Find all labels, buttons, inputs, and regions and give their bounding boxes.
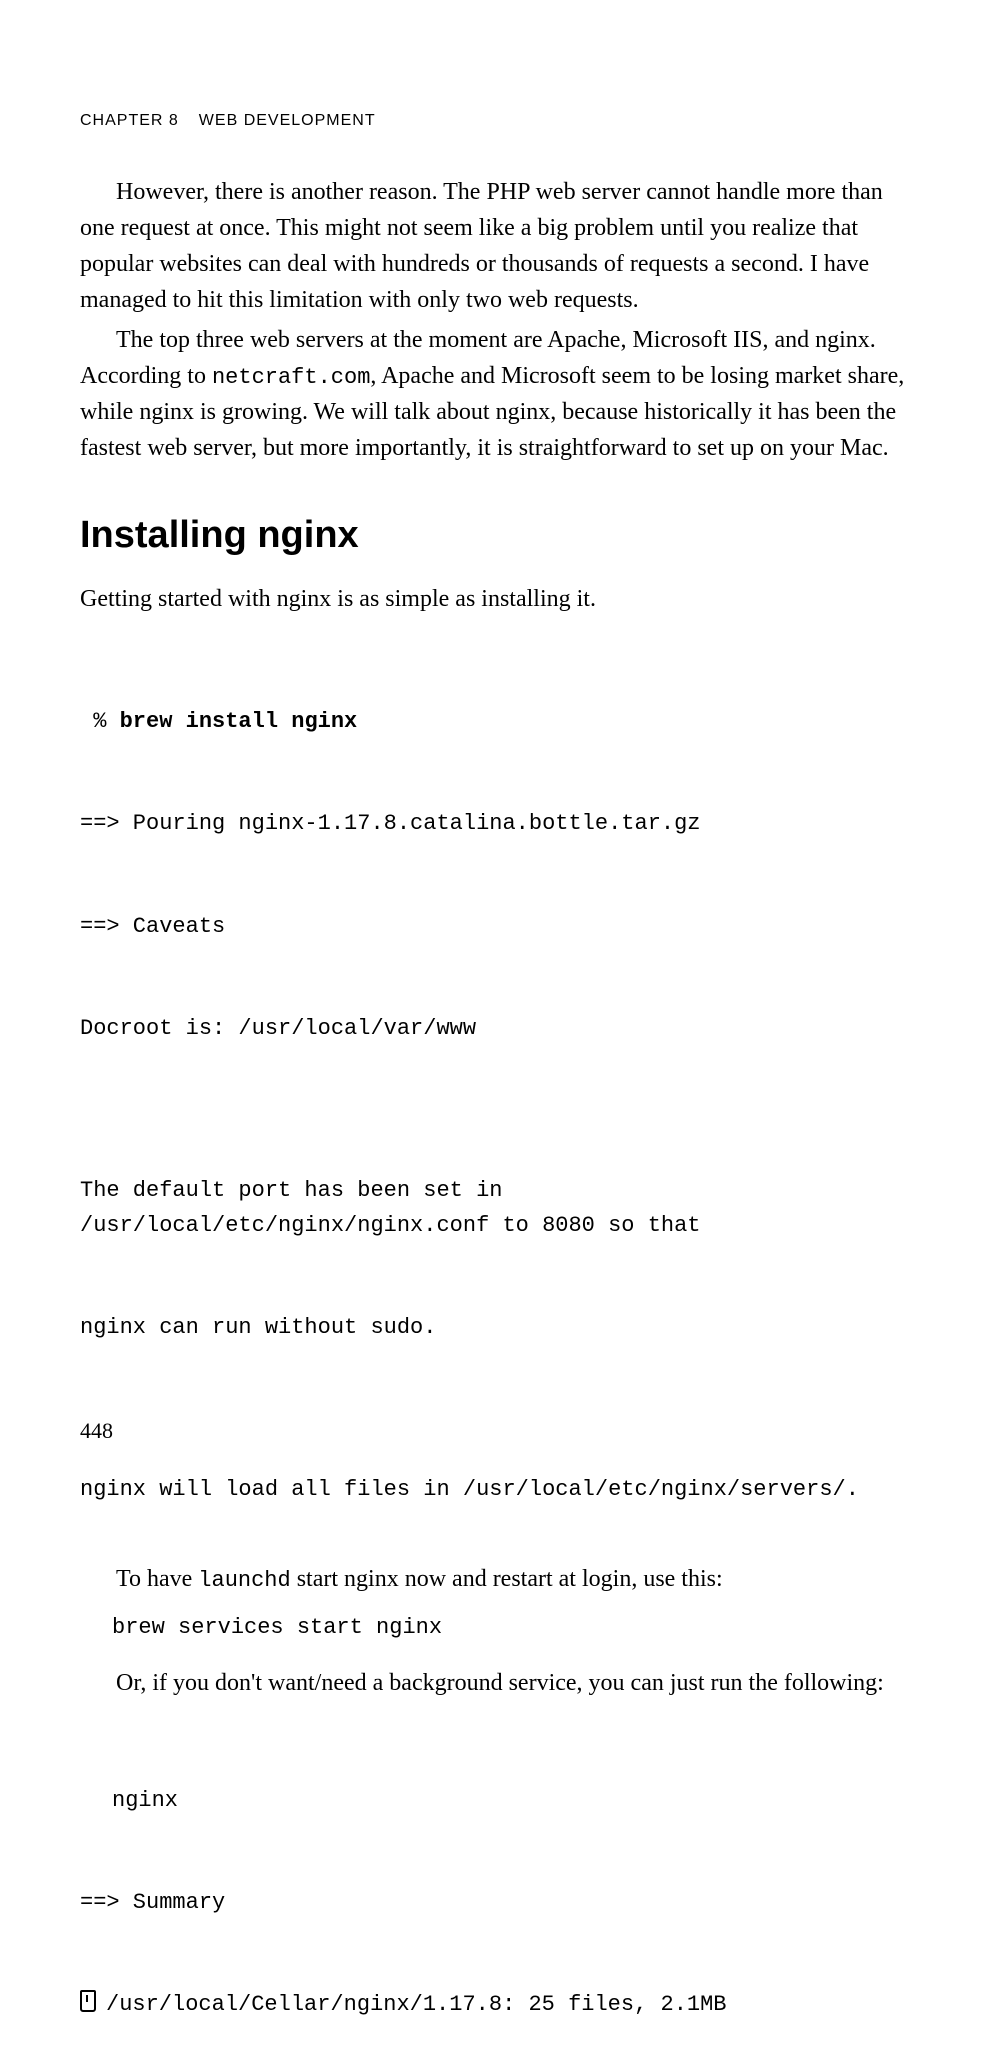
terminal-block-2: The default port has been set in /usr/lo… [80,1106,909,1379]
body-paragraph-3: To have launchd start nginx now and rest… [80,1561,909,1597]
terminal-output-line: Docroot is: /usr/local/var/www [80,1012,909,1046]
terminal-output-line: ==> Summary [80,1886,909,1920]
terminal-block-4: nginx ==> Summary /usr/local/Cellar/ngin… [80,1715,909,2056]
terminal-output-line: The default port has been set in /usr/lo… [80,1174,909,1242]
terminal-summary-line: /usr/local/Cellar/nginx/1.17.8: 25 files… [80,1988,909,2022]
inline-code-launchd: launchd [198,1568,290,1593]
terminal-output-line: ==> Caveats [80,910,909,944]
beer-icon [80,1990,96,2012]
code-nginx: nginx [80,1784,909,1818]
body-paragraph-2: The top three web servers at the moment … [80,322,909,466]
terminal-command-line: % brew install nginx [80,705,909,739]
body-paragraph-4: Or, if you don't want/need a background … [80,1665,909,1701]
chapter-number: Chapter 8 [80,112,179,129]
prompt: % [80,709,120,734]
terminal-block-3: nginx will load all files in /usr/local/… [80,1405,909,1541]
code-brew-services: brew services start nginx [80,1611,909,1645]
page-number: 448 [80,1418,113,1444]
inline-code-netcraft: netcraft.com [212,365,370,390]
terminal-output-line: ==> Pouring nginx-1.17.8.catalina.bottle… [80,807,909,841]
terminal-summary-text: /usr/local/Cellar/nginx/1.17.8: 25 files… [106,1992,727,2017]
body-p3-b: start nginx now and restart at login, us… [291,1566,723,1592]
terminal-output-line: nginx will load all files in /usr/local/… [80,1473,909,1507]
body-p3-a: To have [116,1566,198,1592]
chapter-header: Chapter 8 Web Development [80,112,909,130]
section-heading: Installing nginx [80,514,909,557]
terminal-block-1: % brew install nginx ==> Pouring nginx-1… [80,637,909,1080]
terminal-output-line: nginx can run without sudo. [80,1311,909,1345]
section-intro: Getting started with nginx is as simple … [80,581,909,617]
body-paragraph-1: However, there is another reason. The PH… [80,174,909,318]
chapter-title: Web Development [199,112,376,129]
terminal-command: brew install nginx [120,709,358,734]
